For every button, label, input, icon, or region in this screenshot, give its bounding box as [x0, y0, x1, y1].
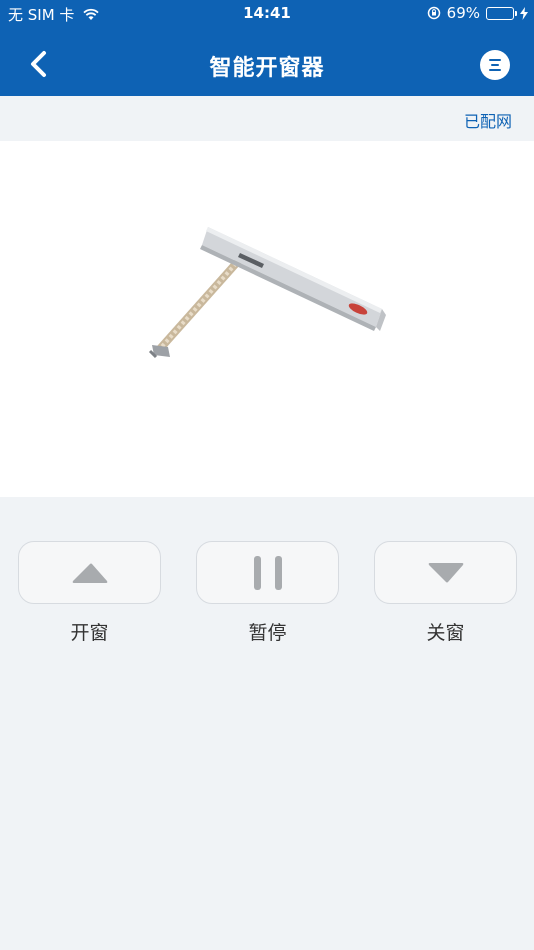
open-control: 开窗 — [18, 541, 161, 645]
network-status-row: 已配网 — [0, 96, 534, 141]
menu-icon-line — [491, 64, 499, 66]
open-window-label: 开窗 — [70, 622, 109, 644]
header: 无 SIM 卡 14:41 69% 智能开窗器 — [0, 0, 534, 96]
pause-icon — [253, 555, 282, 590]
status-bar: 无 SIM 卡 14:41 69% — [0, 0, 534, 28]
menu-icon-line — [489, 69, 501, 71]
menu-button[interactable] — [480, 50, 510, 80]
close-window-button[interactable] — [374, 541, 517, 604]
status-bar-right: 69% — [427, 4, 528, 22]
triangle-up-icon — [72, 563, 107, 583]
pause-button[interactable] — [196, 541, 339, 604]
pause-control: 暂停 — [196, 541, 339, 645]
network-status-link[interactable]: 已配网 — [464, 108, 512, 132]
back-button[interactable] — [24, 48, 56, 80]
close-control: 关窗 — [374, 541, 517, 645]
chevron-left-icon — [31, 51, 46, 77]
product-image-area — [0, 141, 534, 497]
window-opener-image — [148, 227, 386, 359]
open-window-button[interactable] — [18, 541, 161, 604]
page-title: 智能开窗器 — [209, 56, 325, 81]
close-window-label: 关窗 — [426, 622, 465, 644]
charging-icon — [520, 6, 528, 20]
battery-percent: 69% — [446, 4, 480, 22]
triangle-down-icon — [428, 562, 463, 582]
orientation-lock-icon — [427, 6, 440, 20]
navbar: 智能开窗器 — [0, 32, 534, 96]
menu-icon-line — [489, 59, 501, 61]
pause-label: 暂停 — [248, 622, 287, 644]
battery-icon — [486, 6, 517, 20]
